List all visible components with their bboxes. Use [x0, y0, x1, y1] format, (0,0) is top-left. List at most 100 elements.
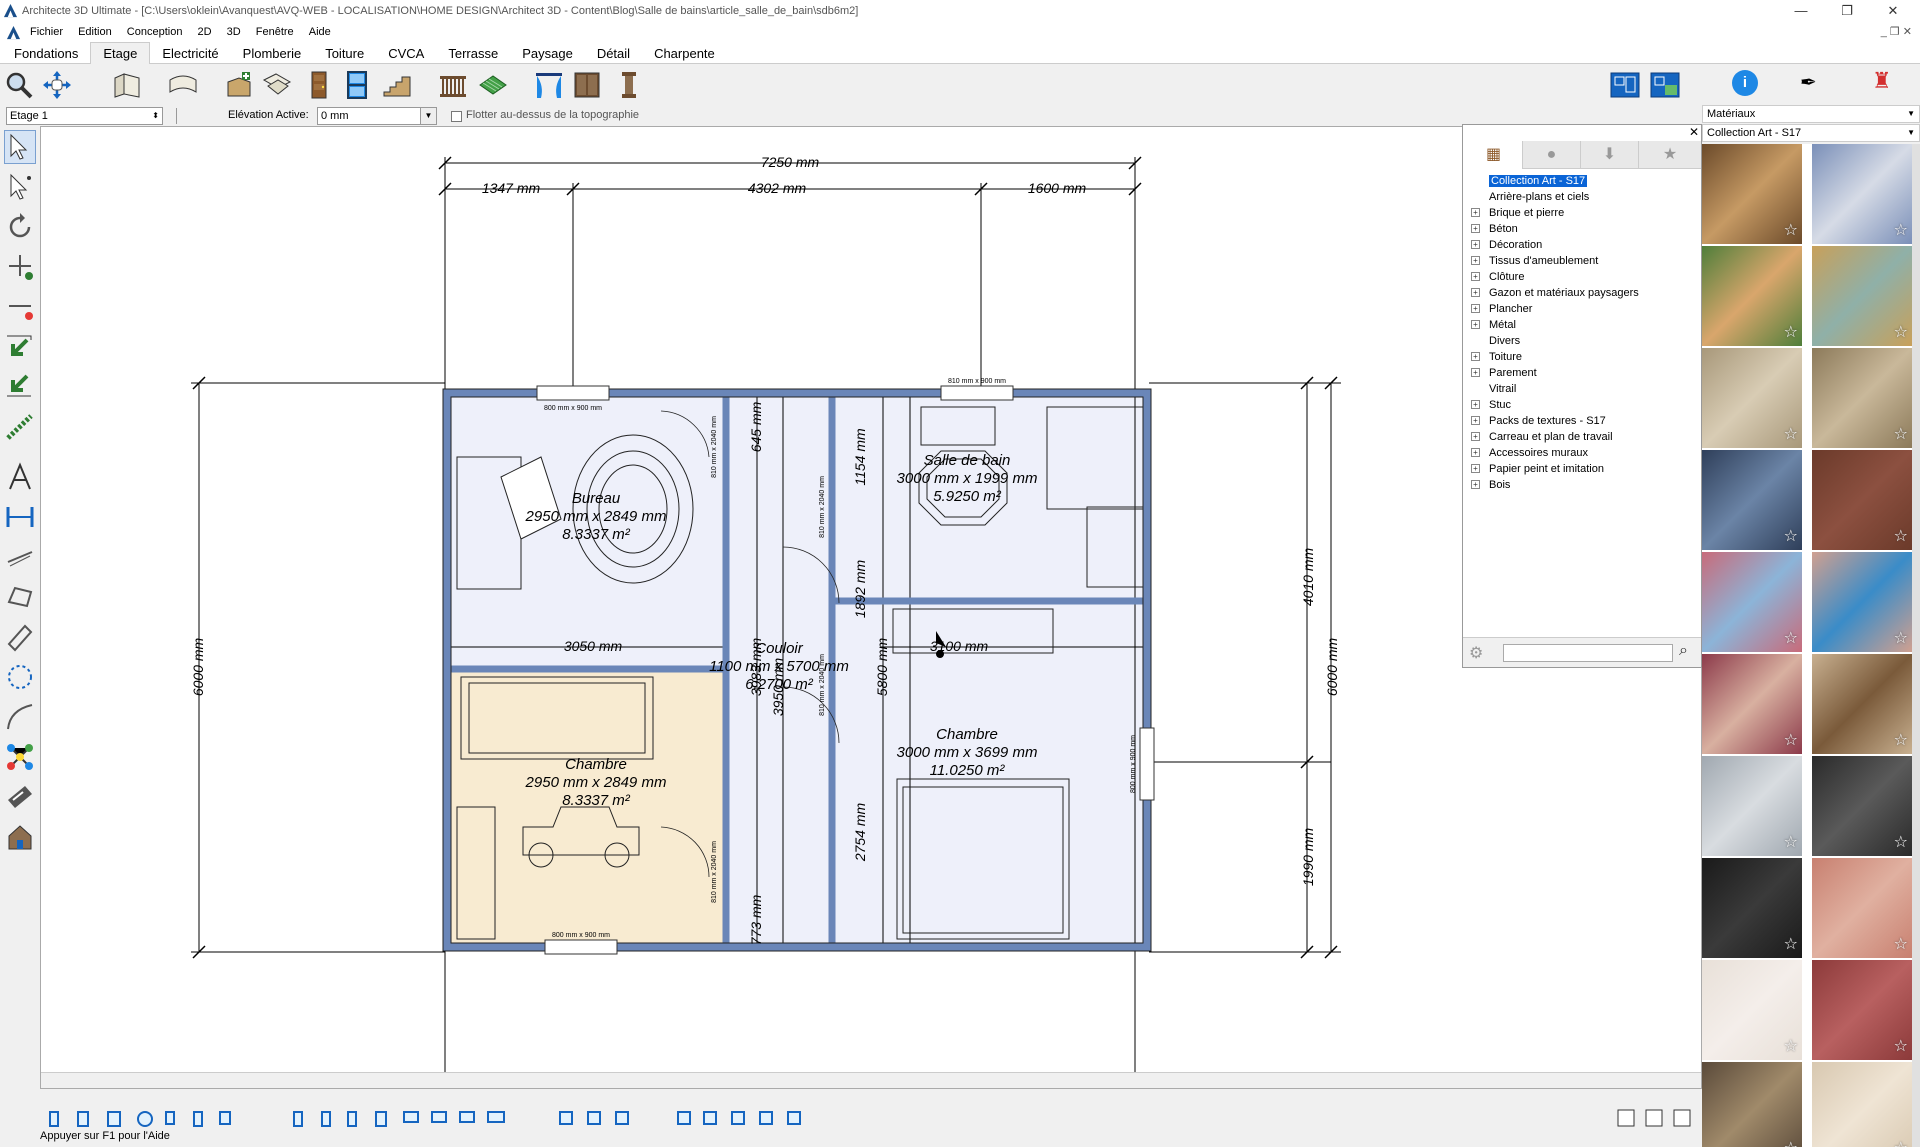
expand-icon[interactable]: +	[1471, 320, 1480, 329]
library-item[interactable]: + Gazon et matériaux paysagers	[1471, 285, 1639, 301]
menu-2d[interactable]: 2D	[192, 22, 218, 42]
favorite-star-icon[interactable]: ☆	[1784, 1138, 1798, 1147]
expand-icon[interactable]: +	[1471, 240, 1480, 249]
tab-toiture[interactable]: Toiture	[313, 43, 376, 65]
material-swatch[interactable]: ☆	[1812, 450, 1912, 550]
curved-wall-button[interactable]	[166, 68, 200, 102]
expand-icon[interactable]: +	[1471, 272, 1480, 281]
pan-tool-button[interactable]	[40, 68, 74, 102]
library-download-tab[interactable]: ⬇	[1581, 141, 1639, 169]
menu-fenetre[interactable]: Fenêtre	[250, 22, 300, 42]
favorite-star-icon[interactable]: ☆	[1784, 628, 1798, 648]
menu-conception[interactable]: Conception	[121, 22, 189, 42]
materials-collection-select[interactable]: Collection Art - S17 ▼	[1702, 124, 1920, 142]
chair-icon[interactable]: ♜	[1872, 68, 1892, 94]
favorite-star-icon[interactable]: ☆	[1894, 526, 1908, 546]
favorite-star-icon[interactable]: ☆	[1894, 220, 1908, 240]
tab-cvca[interactable]: CVCA	[376, 43, 436, 65]
library-item[interactable]: + Tissus d'ameublement	[1471, 253, 1639, 269]
material-swatch[interactable]: ☆	[1812, 144, 1912, 244]
circle-tool-button[interactable]	[4, 660, 36, 694]
tab-electricite[interactable]: Electricité	[150, 43, 230, 65]
favorite-star-icon[interactable]: ☆	[1894, 628, 1908, 648]
library-item[interactable]: Divers	[1471, 333, 1639, 349]
library-item[interactable]: + Béton	[1471, 221, 1639, 237]
favorite-star-icon[interactable]: ☆	[1784, 1036, 1798, 1056]
library-item[interactable]: + Brique et pierre	[1471, 205, 1639, 221]
favorite-star-icon[interactable]: ☆	[1784, 220, 1798, 240]
close-icon[interactable]: ✕	[1689, 125, 1699, 139]
floor-plan[interactable]: 7250 mm 1347 mm 4302 mm 1600 mm 3050 mm …	[41, 127, 1702, 1089]
spline-tool-button[interactable]	[4, 410, 36, 444]
material-swatch[interactable]: ☆	[1702, 654, 1802, 754]
library-item[interactable]: Arrière-plans et ciels	[1471, 189, 1639, 205]
stairs-tool-button[interactable]	[380, 68, 414, 102]
favorite-star-icon[interactable]: ☆	[1894, 730, 1908, 750]
horizontal-scrollbar[interactable]	[41, 1072, 1701, 1088]
tab-paysage[interactable]: Paysage	[510, 43, 585, 65]
film-tool-button[interactable]	[4, 780, 36, 814]
expand-icon[interactable]: +	[1471, 288, 1480, 297]
library-catalog-tab[interactable]: ▦	[1465, 141, 1523, 169]
material-swatch[interactable]: ☆	[1702, 858, 1802, 958]
menu-aide[interactable]: Aide	[303, 22, 337, 42]
tab-plomberie[interactable]: Plomberie	[231, 43, 314, 65]
expand-icon[interactable]: +	[1471, 208, 1480, 217]
arc-tool-button[interactable]	[4, 700, 36, 734]
favorite-star-icon[interactable]: ☆	[1894, 1036, 1908, 1056]
app-menu-icon[interactable]	[6, 25, 21, 40]
maximize-button[interactable]: ❐	[1824, 0, 1870, 22]
shape-tool-button[interactable]	[4, 580, 36, 614]
library-item[interactable]: Collection Art - S17	[1471, 173, 1639, 189]
favorite-star-icon[interactable]: ☆	[1894, 934, 1908, 954]
material-swatch[interactable]: ☆	[1702, 552, 1802, 652]
close-window-button[interactable]: ✕	[1870, 0, 1916, 22]
tab-detail[interactable]: Détail	[585, 43, 642, 65]
library-favorites-tab[interactable]: ★	[1639, 141, 1701, 169]
plan-canvas[interactable]: 7250 mm 1347 mm 4302 mm 1600 mm 3050 mm …	[40, 126, 1702, 1089]
pen-icon[interactable]: ✒	[1800, 70, 1817, 95]
library-item[interactable]: + Accessoires muraux	[1471, 445, 1639, 461]
material-swatch[interactable]: ☆	[1702, 246, 1802, 346]
house-tool-button[interactable]	[4, 820, 36, 854]
floor-tool-button[interactable]	[260, 68, 294, 102]
material-swatch[interactable]: ☆	[1812, 858, 1912, 958]
material-swatch[interactable]: ☆	[1702, 960, 1802, 1060]
library-item[interactable]: + Bois	[1471, 477, 1639, 493]
library-item[interactable]: + Clôture	[1471, 269, 1639, 285]
info-icon[interactable]: i	[1732, 70, 1758, 96]
library-item[interactable]: + Décoration	[1471, 237, 1639, 253]
library-item[interactable]: + Packs de textures - S17	[1471, 413, 1639, 429]
expand-icon[interactable]: +	[1471, 368, 1480, 377]
gear-icon[interactable]: ⚙	[1469, 643, 1483, 663]
favorite-star-icon[interactable]: ☆	[1894, 832, 1908, 852]
material-swatch[interactable]: ☆	[1812, 246, 1912, 346]
material-swatch[interactable]: ☆	[1702, 1062, 1802, 1147]
favorite-star-icon[interactable]: ☆	[1894, 424, 1908, 444]
zoom-tool-button[interactable]	[2, 68, 36, 102]
favorite-star-icon[interactable]: ☆	[1784, 934, 1798, 954]
join-line-button[interactable]	[4, 370, 36, 404]
material-swatch[interactable]: ☆	[1812, 960, 1912, 1060]
favorite-star-icon[interactable]: ☆	[1894, 1138, 1908, 1147]
add-point-button[interactable]	[4, 250, 36, 284]
node-tool-button[interactable]	[4, 740, 36, 774]
material-swatch[interactable]: ☆	[1812, 654, 1912, 754]
line-tool-button[interactable]	[4, 540, 36, 574]
cabinet-tool-button[interactable]	[570, 68, 604, 102]
remove-point-button[interactable]	[4, 290, 36, 324]
column-tool-button[interactable]	[612, 68, 646, 102]
library-item[interactable]: + Plancher	[1471, 301, 1639, 317]
favorite-star-icon[interactable]: ☆	[1784, 322, 1798, 342]
material-swatch[interactable]: ☆	[1812, 552, 1912, 652]
deck-tool-button[interactable]	[476, 68, 510, 102]
edit-points-button[interactable]	[4, 170, 36, 204]
dimension-tool-button[interactable]	[4, 500, 36, 534]
menu-edition[interactable]: Edition	[72, 22, 118, 42]
room-tool-button[interactable]	[222, 68, 256, 102]
library-search-input[interactable]	[1503, 644, 1673, 662]
expand-icon[interactable]: +	[1471, 256, 1480, 265]
materials-category-select[interactable]: Matériaux ▼	[1702, 105, 1920, 123]
library-item[interactable]: + Métal	[1471, 317, 1639, 333]
search-icon[interactable]: ⌕	[1679, 642, 1688, 660]
